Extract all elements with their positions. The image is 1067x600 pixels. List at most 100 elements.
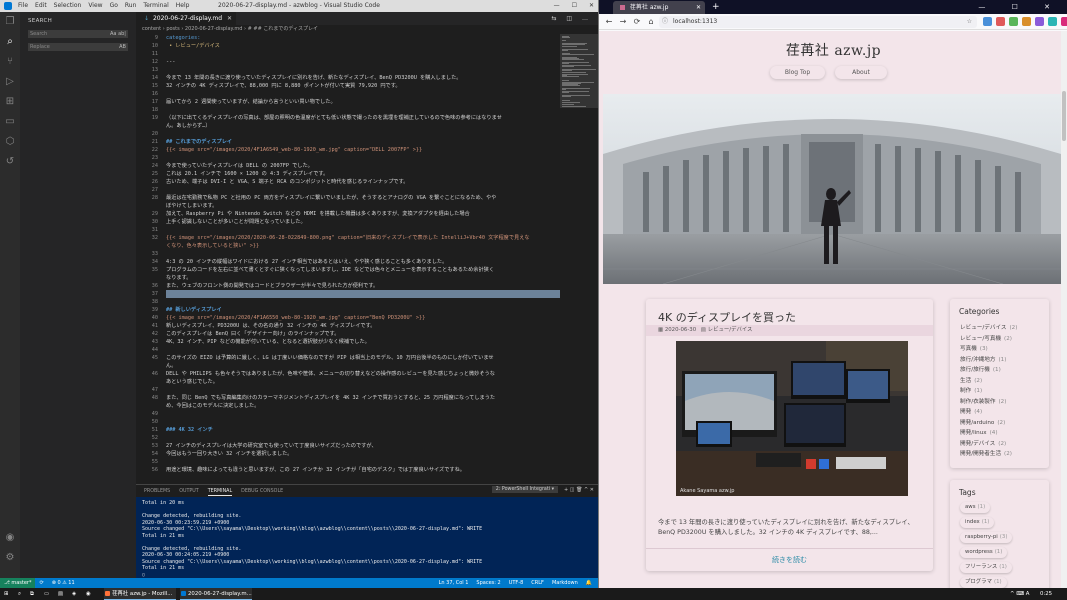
panel-action-icons[interactable]: + ◫ 🗑 ^ ✕	[564, 487, 594, 493]
sync-icon[interactable]: ⟳	[35, 578, 47, 588]
site-title[interactable]: 荏苒社 azw.jp	[599, 40, 1067, 60]
tag-name[interactable]: index	[965, 519, 980, 525]
extension-icon[interactable]	[1061, 17, 1067, 26]
explorer-icon[interactable]: ❐	[4, 16, 16, 28]
tag-name[interactable]: raspberry-pi	[965, 534, 998, 540]
category-name[interactable]: レビュー/写真機	[960, 336, 1001, 342]
extension-icon[interactable]	[996, 17, 1005, 26]
replace-input[interactable]: Replace AB	[28, 43, 128, 51]
account-icon[interactable]: ◉	[4, 532, 16, 544]
category-item[interactable]: レビュー/写真機 (2)	[960, 334, 1012, 344]
category-name[interactable]: 旅行/沖縄地方	[960, 357, 995, 363]
eol-indicator[interactable]: CRLF	[531, 578, 544, 588]
tag-pill[interactable]: raspberry-pi (3)	[960, 531, 1013, 543]
reload-button[interactable]: ⟳	[631, 16, 643, 28]
extension-icon[interactable]	[983, 17, 992, 26]
tag-pill[interactable]: プログラマ (1)	[960, 576, 1007, 588]
category-item[interactable]: 制作/衣装製作 (2)	[960, 397, 1006, 407]
post-thumbnail[interactable]: Akane Sayama azw.jp	[676, 341, 908, 496]
source-control-icon[interactable]: ⑂	[4, 56, 16, 68]
close-button[interactable]: ✕	[589, 0, 594, 12]
problems-indicator[interactable]: ⊗ 0 ⚠ 11	[48, 578, 79, 588]
back-button[interactable]: ←	[603, 16, 615, 28]
maximize-button[interactable]: ☐	[572, 0, 577, 12]
category-item[interactable]: 生活 (2)	[960, 376, 982, 386]
category-name[interactable]: 旅行/旅行機	[960, 367, 990, 373]
category-item[interactable]: 開発/開発者生活 (2)	[960, 449, 1012, 459]
explorer-pinned-icon[interactable]: ▭	[44, 588, 49, 600]
category-item[interactable]: 開発/デバイス (2)	[960, 439, 1006, 449]
remote-indicator[interactable]: ⎇ master*	[0, 578, 36, 588]
site-info-icon[interactable]: ⓘ	[662, 16, 668, 28]
category-item[interactable]: 制作 (1)	[960, 386, 982, 396]
category-item[interactable]: 旅行/旅行機 (1)	[960, 365, 1001, 375]
extension-icon[interactable]	[1035, 17, 1044, 26]
indentation-indicator[interactable]: Spaces: 2	[476, 578, 500, 588]
panel-tab-debug-console[interactable]: DEBUG CONSOLE	[241, 487, 283, 496]
post-title[interactable]: 4K のディスプレイを買った	[658, 309, 796, 325]
tag-name[interactable]: フリーランス	[965, 564, 997, 570]
taskbar-vscode[interactable]: 2020-06-27-display.m...	[180, 588, 252, 600]
task-view-icon[interactable]: ⧉	[30, 588, 34, 600]
tag-pill[interactable]: aws (1)	[960, 501, 991, 513]
code-editor[interactable]: 9 categories: 10 • レビュー/デバイス 11 12 --- 13 14 今まで…	[136, 34, 560, 484]
category-name[interactable]: 開発/デバイス	[960, 441, 995, 447]
nav-blog-top[interactable]: Blog Top	[770, 66, 825, 79]
home-button[interactable]: ⌂	[645, 16, 657, 28]
system-tray[interactable]: ^ ⌨ A	[1010, 588, 1029, 600]
extension-icon[interactable]	[1048, 17, 1057, 26]
url-bar[interactable]: ⓘ localhost:1313 ☆	[659, 16, 977, 28]
category-name[interactable]: 制作/衣装製作	[960, 399, 995, 405]
category-name[interactable]: レビュー/デバイス	[960, 325, 1006, 331]
category-name[interactable]: 写真機	[960, 346, 977, 352]
category-item[interactable]: 開発/arduino (2)	[960, 418, 1005, 428]
nav-about[interactable]: About	[835, 66, 887, 79]
remote-explorer-icon[interactable]: ▭	[4, 116, 16, 128]
forward-button[interactable]: →	[617, 16, 629, 28]
gear-icon[interactable]: ⚙	[4, 552, 16, 564]
taskbar-firefox[interactable]: 荏苒社 azw.jp - Mozill...	[104, 588, 176, 600]
category-item[interactable]: レビュー/デバイス (2)	[960, 323, 1017, 333]
search-input[interactable]: Search Aa ab|	[28, 30, 128, 38]
panel-tab-output[interactable]: OUTPUT	[179, 487, 199, 496]
category-item[interactable]: 開発/linux (4)	[960, 428, 998, 438]
category-item[interactable]: 写真機 (3)	[960, 344, 988, 354]
minimap-slider[interactable]	[560, 34, 598, 108]
run-debug-icon[interactable]: ▷	[4, 76, 16, 88]
scrollbar-thumb[interactable]	[1062, 91, 1066, 141]
tag-name[interactable]: wordpress	[965, 549, 993, 555]
category-name[interactable]: 開発/arduino	[960, 420, 994, 426]
close-icon[interactable]: ✕	[227, 12, 232, 25]
category-item[interactable]: 開発 (4)	[960, 407, 982, 417]
browser-tab[interactable]: 荏苒社 azw.jp ✕	[613, 1, 705, 14]
bookmark-star-icon[interactable]: ☆	[967, 16, 972, 28]
post-category[interactable]: レビュー/デバイス	[708, 327, 753, 333]
panel-tab-problems[interactable]: PROBLEMS	[144, 487, 170, 496]
docker-icon[interactable]: ⬡	[4, 136, 16, 148]
read-more-link[interactable]: 続きを読む	[646, 548, 933, 571]
tag-pill[interactable]: index (1)	[960, 516, 995, 528]
firefox-pinned-icon[interactable]: ◉	[86, 588, 91, 600]
category-name[interactable]: 開発/linux	[960, 430, 987, 436]
extension-icon[interactable]	[1009, 17, 1018, 26]
browser-window-controls[interactable]: — ☐ ✕	[978, 0, 1062, 14]
category-name[interactable]: 開発	[960, 409, 971, 415]
tab-2020-06-27-display-md[interactable]: ↓ 2020-06-27-display.md ✕	[136, 12, 236, 25]
live-share-icon[interactable]: ↺	[4, 156, 16, 168]
start-button[interactable]: ⊞	[4, 588, 9, 600]
search-flags[interactable]: Aa ab|	[110, 30, 126, 38]
close-tab-icon[interactable]: ✕	[696, 1, 701, 14]
new-tab-button[interactable]: +	[712, 0, 720, 14]
minimap[interactable]	[560, 34, 598, 484]
notification-bell-icon[interactable]: 🔔	[586, 578, 592, 588]
language-indicator[interactable]: Markdown	[552, 578, 578, 588]
tag-name[interactable]: aws	[965, 504, 976, 510]
category-name[interactable]: 生活	[960, 378, 971, 384]
breadcrumb[interactable]: content › posts › 2020-06-27-display.md …	[136, 25, 598, 34]
page-scrollbar[interactable]	[1061, 31, 1067, 588]
task-search-icon[interactable]: ⌕	[18, 588, 21, 600]
encoding-indicator[interactable]: UTF-8	[509, 578, 524, 588]
category-name[interactable]: 開発/開発者生活	[960, 451, 1001, 457]
extension-icon[interactable]	[1022, 17, 1031, 26]
category-name[interactable]: 制作	[960, 388, 971, 394]
